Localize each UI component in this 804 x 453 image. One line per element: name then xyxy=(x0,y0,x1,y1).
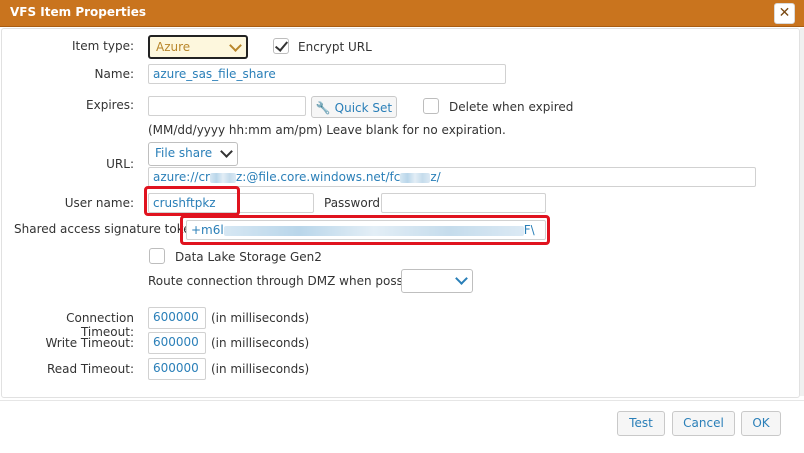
password-input[interactable] xyxy=(381,193,546,213)
chevron-down-icon xyxy=(220,145,233,158)
wrench-icon: 🔧 xyxy=(315,101,331,115)
encrypt-url-checkbox[interactable] xyxy=(273,38,289,54)
expires-hint: (MM/dd/yyyy hh:mm am/pm) Leave blank for… xyxy=(148,123,506,137)
checkmark-icon xyxy=(274,38,289,52)
data-lake-checkbox[interactable] xyxy=(149,248,165,264)
share-type-value: File share xyxy=(155,146,213,160)
footer-divider xyxy=(0,400,804,401)
read-timeout-unit: (in milliseconds) xyxy=(211,362,310,376)
close-icon: ✕ xyxy=(778,5,791,21)
write-timeout-input[interactable]: 600000 xyxy=(148,332,206,354)
read-timeout-input[interactable]: 600000 xyxy=(148,358,206,380)
sas-token-label: Shared access signature token xyxy=(14,222,199,236)
chevron-down-icon xyxy=(229,39,242,52)
cancel-button[interactable]: Cancel xyxy=(672,411,735,436)
route-dmz-label: Route connection through DMZ when possib… xyxy=(148,274,429,288)
expires-input[interactable] xyxy=(148,96,306,116)
expires-label: Expires: xyxy=(86,98,134,112)
read-timeout-label: Read Timeout: xyxy=(46,362,134,376)
write-timeout-unit: (in milliseconds) xyxy=(211,336,310,350)
item-type-select[interactable]: Azure xyxy=(148,35,248,59)
password-label: Password: xyxy=(324,196,385,210)
connection-timeout-label: Connection Timeout: xyxy=(66,311,134,339)
test-button[interactable]: Test xyxy=(617,411,665,436)
redacted-segment xyxy=(400,172,431,183)
data-lake-label: Data Lake Storage Gen2 xyxy=(175,250,322,264)
scrollbar[interactable] xyxy=(800,28,804,396)
user-name-label: User name: xyxy=(64,196,134,210)
chevron-down-icon xyxy=(455,272,468,285)
name-label: Name: xyxy=(94,67,134,81)
url-value-mid: z:@file.core.windows.net/fc xyxy=(235,170,401,184)
quick-set-label: Quick Set xyxy=(334,101,393,115)
ok-button[interactable]: OK xyxy=(741,411,781,436)
share-type-select[interactable]: File share xyxy=(148,142,238,166)
url-value-end: z/ xyxy=(430,170,441,184)
quick-set-button[interactable]: 🔧 Quick Set xyxy=(311,96,397,118)
connection-timeout-unit: (in milliseconds) xyxy=(211,311,310,325)
redacted-segment xyxy=(209,172,236,183)
route-dmz-select[interactable] xyxy=(401,269,473,293)
write-timeout-label: Write Timeout: xyxy=(45,336,134,350)
delete-when-expired-checkbox[interactable] xyxy=(423,98,439,114)
close-button[interactable]: ✕ xyxy=(774,3,795,24)
encrypt-url-label: Encrypt URL xyxy=(298,40,372,54)
delete-when-expired-label: Delete when expired xyxy=(449,100,574,114)
connection-timeout-input[interactable]: 600000 xyxy=(148,307,206,329)
url-label: URL: xyxy=(106,157,134,171)
item-type-label: Item type: xyxy=(72,39,134,53)
user-name-highlight xyxy=(144,186,240,216)
url-input[interactable]: azure://cr z:@file.core.windows.net/fc z/ xyxy=(148,167,756,187)
item-type-value: Azure xyxy=(156,40,191,54)
dialog-title-bar: VFS Item Properties ✕ xyxy=(0,0,804,27)
dialog-title: VFS Item Properties xyxy=(10,5,147,19)
name-input[interactable]: azure_sas_file_share xyxy=(148,64,506,84)
url-value-start: azure://cr xyxy=(153,170,210,184)
sas-token-highlight xyxy=(180,215,550,245)
